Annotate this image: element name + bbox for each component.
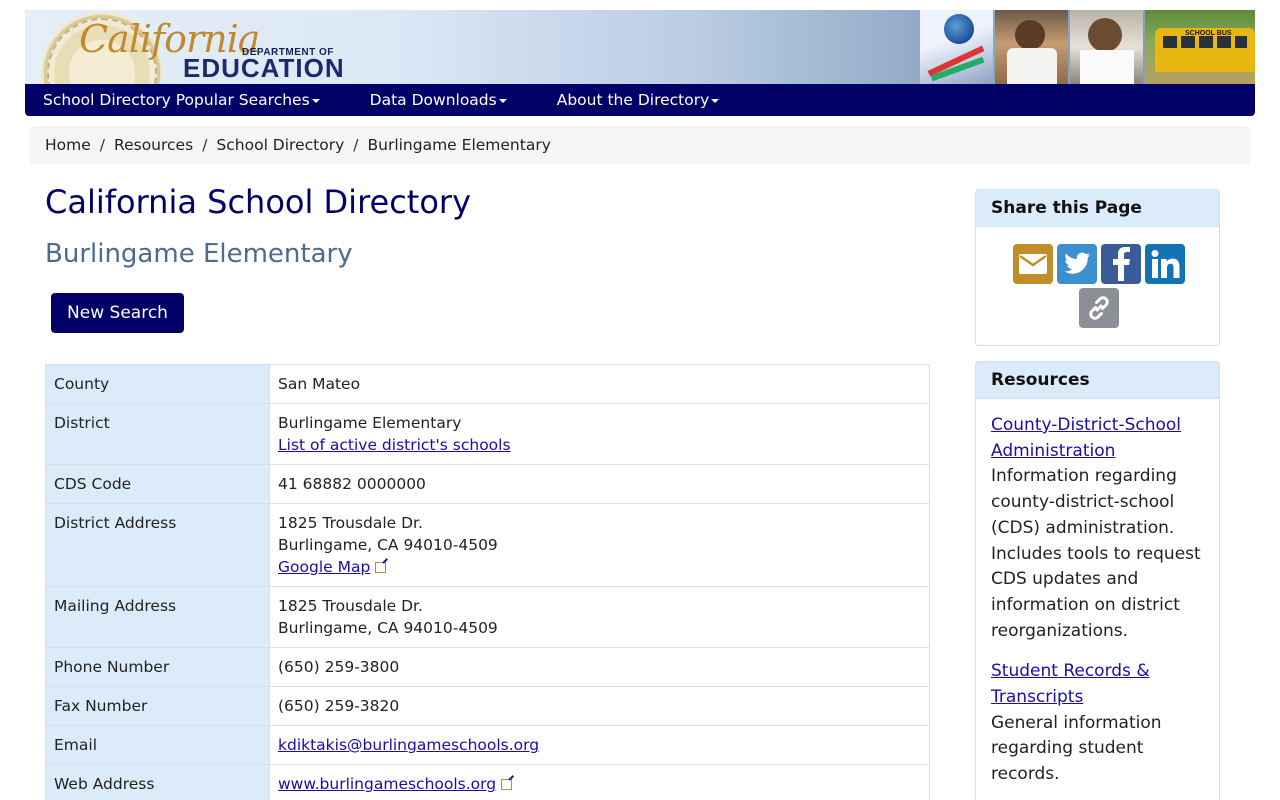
breadcrumb-resources[interactable]: Resources	[114, 136, 193, 154]
web-address-cell: www.burlingameschools.org	[269, 764, 930, 800]
student-reading-photo	[995, 10, 1068, 84]
cds-administration-link[interactable]: County-District-School Administration	[991, 413, 1204, 464]
copy-link-icon[interactable]	[1079, 288, 1119, 328]
student-records-description: General information regarding student re…	[991, 712, 1162, 785]
twitter-icon[interactable]	[1057, 244, 1097, 284]
google-map-link[interactable]: Google Map	[278, 558, 370, 576]
breadcrumb-school-directory[interactable]: School Directory	[216, 136, 344, 154]
cds-administration-link-line1[interactable]: County-District-School	[991, 413, 1204, 439]
logo-education-text[interactable]: EDUCATION	[183, 55, 345, 81]
facebook-icon[interactable]	[1101, 244, 1141, 284]
header-banner: California DEPARTMENT OF EDUCATION SCHOO…	[25, 10, 1255, 84]
page-title: California School Directory	[45, 183, 472, 221]
cds-administration-description: Information regarding county-district-sc…	[991, 466, 1201, 641]
students-computer-photo	[1070, 10, 1143, 84]
breadcrumb-current: Burlingame Elementary	[367, 136, 551, 154]
new-search-button[interactable]: New Search	[51, 293, 184, 333]
web-address-label: Web Address	[45, 764, 270, 800]
external-link-icon	[501, 779, 513, 790]
active-schools-link[interactable]: List of active district's schools	[278, 436, 511, 454]
county-value: San Mateo	[269, 364, 930, 404]
breadcrumb-separator: /	[202, 136, 208, 154]
resources-list: County-District-School Administration In…	[976, 399, 1219, 800]
nav-data-downloads-dropdown[interactable]: Data Downloads	[370, 91, 507, 109]
linkedin-icon[interactable]	[1145, 244, 1185, 284]
district-address-label: District Address	[45, 503, 270, 587]
caret-down-icon	[711, 99, 720, 103]
caret-down-icon	[311, 99, 320, 103]
resources-panel: Resources County-District-School Adminis…	[975, 361, 1220, 800]
mailing-address-label: Mailing Address	[45, 586, 270, 648]
header-photos: SCHOOL BUS	[920, 10, 1255, 84]
table-row: Fax Number (650) 259-3820	[45, 686, 930, 726]
mailing-address-line1: 1825 Trousdale Dr.	[278, 597, 423, 615]
external-link-icon	[375, 562, 387, 573]
district-value: Burlingame Elementary	[278, 414, 462, 432]
website-link[interactable]: www.burlingameschools.org	[278, 775, 496, 793]
nav-item-label: School Directory Popular Searches	[43, 91, 310, 109]
table-row: District Burlingame Elementary List of a…	[45, 403, 930, 465]
email-icon[interactable]	[1013, 244, 1053, 284]
cds-code-value: 41 68882 0000000	[269, 464, 930, 504]
list-item: Student Records & Transcripts General in…	[991, 659, 1204, 788]
district-address-line2: Burlingame, CA 94010-4509	[278, 536, 498, 554]
cds-code-label: CDS Code	[45, 464, 270, 504]
district-address-line1: 1825 Trousdale Dr.	[278, 514, 423, 532]
globe-crayons-photo	[920, 10, 993, 84]
fax-label: Fax Number	[45, 686, 270, 726]
cds-administration-link-line2[interactable]: Administration	[991, 439, 1204, 465]
table-row: Phone Number (650) 259-3800	[45, 647, 930, 687]
student-records-link-line1[interactable]: Student Records &	[991, 659, 1204, 685]
main-navbar: School Directory Popular Searches Data D…	[25, 84, 1255, 116]
nav-about-directory-dropdown[interactable]: About the Directory	[557, 91, 720, 109]
district-details-table: County San Mateo District Burlingame Ele…	[45, 364, 930, 800]
share-panel-title: Share this Page	[976, 190, 1219, 227]
email-link[interactable]: kdiktakis@burlingameschools.org	[278, 736, 539, 754]
district-cell: Burlingame Elementary List of active dis…	[269, 403, 930, 465]
table-row: CDS Code 41 68882 0000000	[45, 464, 930, 504]
resources-panel-title: Resources	[976, 362, 1219, 399]
table-row: District Address 1825 Trousdale Dr. Burl…	[45, 503, 930, 587]
breadcrumb: Home / Resources / School Directory / Bu…	[30, 126, 1250, 164]
phone-label: Phone Number	[45, 647, 270, 687]
caret-down-icon	[498, 99, 507, 103]
district-name-heading: Burlingame Elementary	[45, 239, 353, 269]
share-icons	[1009, 244, 1189, 328]
phone-value: (650) 259-3800	[269, 647, 930, 687]
share-panel: Share this Page	[975, 189, 1220, 346]
table-row: County San Mateo	[45, 364, 930, 404]
nav-popular-searches-dropdown[interactable]: School Directory Popular Searches	[43, 91, 320, 109]
table-row: Mailing Address 1825 Trousdale Dr. Burli…	[45, 586, 930, 648]
district-address-cell: 1825 Trousdale Dr. Burlingame, CA 94010-…	[269, 503, 930, 587]
table-row: Email kdiktakis@burlingameschools.org	[45, 725, 930, 765]
student-records-link-line2[interactable]: Transcripts	[991, 685, 1204, 711]
list-item: County-District-School Administration In…	[991, 413, 1204, 644]
student-records-link[interactable]: Student Records & Transcripts	[991, 659, 1204, 710]
fax-value: (650) 259-3820	[269, 686, 930, 726]
district-label: District	[45, 403, 270, 465]
breadcrumb-separator: /	[99, 136, 106, 154]
county-label: County	[45, 364, 270, 404]
email-label: Email	[45, 725, 270, 765]
nav-item-label: Data Downloads	[369, 91, 497, 109]
table-row: Web Address www.burlingameschools.org	[45, 764, 930, 800]
breadcrumb-home[interactable]: Home	[45, 136, 91, 154]
nav-item-label: About the Directory	[556, 91, 710, 109]
email-cell: kdiktakis@burlingameschools.org	[269, 725, 930, 765]
mailing-address-cell: 1825 Trousdale Dr. Burlingame, CA 94010-…	[269, 586, 930, 648]
school-bus-photo: SCHOOL BUS	[1145, 10, 1255, 84]
breadcrumb-separator: /	[353, 136, 359, 154]
mailing-address-line2: Burlingame, CA 94010-4509	[278, 619, 498, 637]
